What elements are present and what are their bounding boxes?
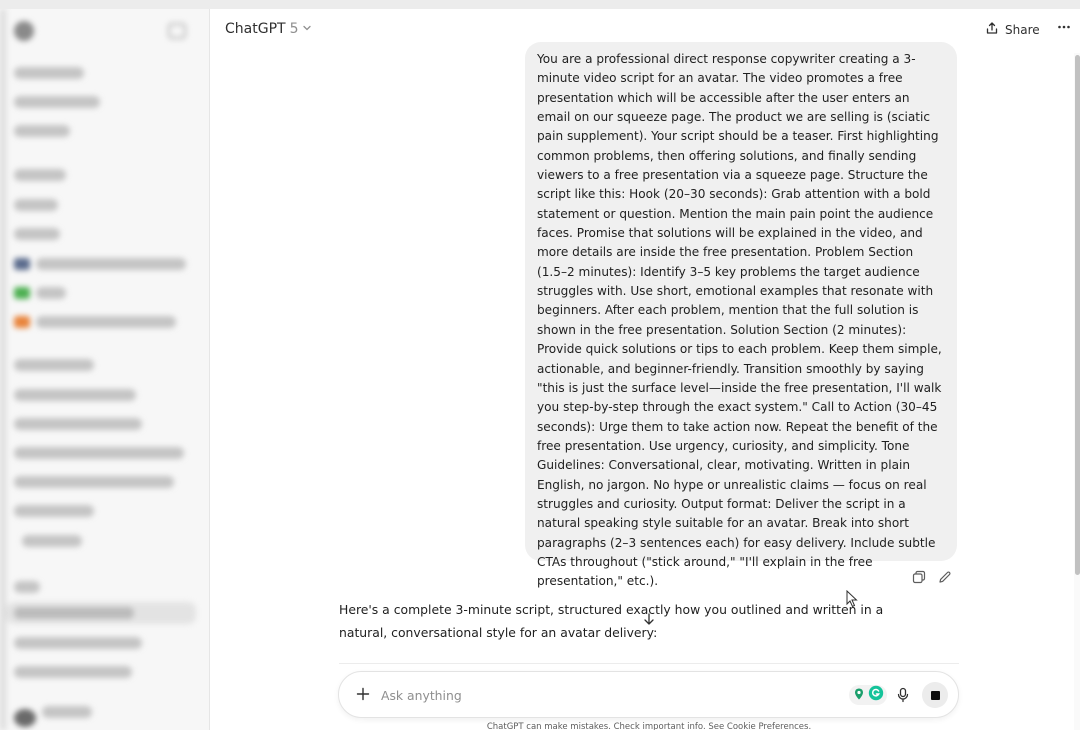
sidebar-edge (0, 9, 6, 730)
sidebar (0, 9, 210, 730)
avatar[interactable] (14, 709, 36, 727)
sidebar-item[interactable] (14, 228, 60, 240)
voice-button[interactable] (893, 685, 913, 705)
sidebar-section-heading (14, 359, 94, 371)
edit-icon (939, 571, 951, 583)
sidebar-item[interactable] (36, 287, 66, 299)
share-label: Share (1005, 22, 1040, 37)
stop-icon (930, 690, 940, 700)
more-icon (1057, 19, 1071, 38)
sidebar-item[interactable] (14, 96, 100, 108)
message-composer (338, 671, 959, 718)
sidebar-item[interactable] (14, 67, 84, 79)
edit-button[interactable] (937, 569, 953, 585)
sidebar-item[interactable] (14, 199, 58, 211)
window-top-strip (0, 0, 1080, 9)
sidebar-chat-item[interactable] (14, 447, 184, 459)
more-options-button[interactable] (1057, 19, 1071, 38)
sidebar-toggle-icon[interactable] (168, 23, 186, 39)
assistant-message-text: Here's a complete 3-minute script, struc… (339, 602, 884, 640)
message-actions (911, 569, 953, 585)
sidebar-chat-item[interactable] (14, 505, 94, 517)
sidebar-item[interactable] (14, 125, 70, 137)
scrollbar-thumb[interactable] (1075, 55, 1080, 575)
mouse-cursor-icon (846, 589, 858, 612)
composer-divider (339, 663, 959, 664)
sidebar-chat-item[interactable] (14, 637, 142, 649)
user-name[interactable] (42, 706, 92, 718)
copy-icon (912, 570, 926, 584)
sidebar-chat-item[interactable] (14, 476, 174, 488)
share-icon (985, 21, 999, 38)
model-selector-button[interactable]: ChatGPT 5 (225, 21, 312, 37)
sidebar-chat-item[interactable] (14, 607, 134, 619)
plus-icon (356, 687, 370, 701)
sidebar-chat-item[interactable] (22, 535, 82, 547)
sidebar-chat-item[interactable] (14, 389, 136, 401)
model-name: ChatGPT (225, 21, 286, 37)
extension-icons (849, 685, 887, 705)
sidebar-chat-item[interactable] (14, 666, 132, 678)
sidebar-blurred-content (0, 9, 209, 730)
chevron-down-icon (302, 21, 312, 37)
sidebar-item[interactable] (36, 258, 186, 270)
extension-icon[interactable] (852, 686, 866, 705)
share-button[interactable]: Share (985, 21, 1040, 38)
copy-button[interactable] (911, 569, 927, 585)
arrow-down-icon (644, 613, 654, 625)
sidebar-section-heading (14, 581, 40, 593)
attach-button[interactable] (353, 684, 373, 704)
mic-icon (897, 687, 909, 703)
logo-icon[interactable] (14, 21, 34, 41)
sidebar-item[interactable] (14, 169, 66, 181)
gpt-avatar-icon (14, 258, 30, 270)
sidebar-item[interactable] (36, 316, 176, 328)
grammarly-icon[interactable] (868, 685, 884, 705)
gpt-avatar-icon (14, 316, 30, 328)
footer-disclaimer: ChatGPT can make mistakes. Check importa… (486, 722, 812, 730)
scroll-down-button[interactable] (640, 610, 658, 628)
model-version: 5 (289, 21, 299, 37)
user-message-text: You are a professional direct response c… (537, 52, 942, 589)
prompt-input[interactable] (381, 685, 801, 705)
gpt-avatar-icon (14, 287, 30, 299)
user-message-bubble: You are a professional direct response c… (525, 42, 957, 588)
sidebar-chat-item[interactable] (14, 418, 142, 430)
stop-generating-button[interactable] (922, 682, 948, 708)
